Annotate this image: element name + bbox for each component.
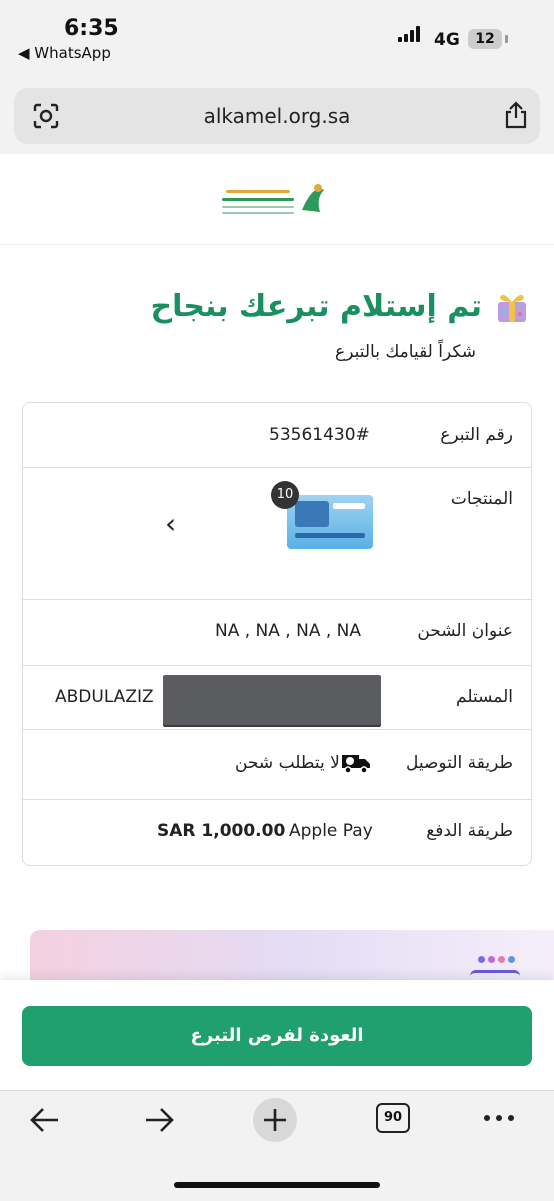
gift-icon bbox=[492, 286, 532, 326]
donation-number-value: 53561430# bbox=[269, 425, 370, 445]
payment-amount: SAR 1,000.00 bbox=[157, 821, 286, 841]
status-bar: 6:35 ◀ WhatsApp 4G 12 bbox=[0, 0, 554, 86]
network-type: 4G bbox=[434, 30, 460, 50]
products-label: المنتجات bbox=[450, 489, 513, 509]
chevron-left-icon[interactable]: ‹ bbox=[165, 507, 176, 540]
product-image-graphic bbox=[295, 501, 329, 527]
logo-text-line bbox=[226, 190, 290, 193]
bottom-action-bar: العودة لفرص التبرع bbox=[0, 980, 554, 1090]
back-to-donations-button[interactable]: العودة لفرص التبرع bbox=[22, 1006, 532, 1066]
delivery-method-row: طريقة التوصيل لا يتطلب شحن bbox=[23, 729, 531, 800]
site-header bbox=[0, 154, 554, 245]
clock: 6:35 bbox=[64, 16, 119, 41]
back-arrow-icon[interactable] bbox=[28, 1103, 62, 1137]
product-quantity-badge: 10 bbox=[271, 481, 299, 509]
share-icon[interactable] bbox=[502, 100, 530, 130]
site-logo[interactable] bbox=[218, 178, 328, 224]
logo-text-line bbox=[222, 198, 294, 201]
delivery-method-label: طريقة التوصيل bbox=[405, 753, 513, 773]
product-image-text bbox=[333, 503, 365, 509]
new-tab-icon[interactable] bbox=[252, 1097, 298, 1143]
payment-method-row: طريقة الدفع SAR 1,000.00 Apple Pay bbox=[23, 799, 531, 865]
forward-arrow-icon[interactable] bbox=[142, 1103, 176, 1137]
address-bar[interactable]: alkamel.org.sa bbox=[14, 88, 540, 144]
delivery-truck-icon bbox=[342, 755, 370, 774]
battery-tip bbox=[505, 35, 508, 43]
logo-text-line bbox=[222, 206, 294, 208]
shipping-address-label: عنوان الشحن bbox=[417, 621, 513, 641]
page-subtitle: شكراً لقيامك بالتبرع bbox=[335, 342, 476, 362]
logo-text-line bbox=[222, 212, 294, 214]
donation-details-card: رقم التبرع 53561430# المنتجات 10 ‹ عنوان… bbox=[22, 402, 532, 866]
product-image[interactable] bbox=[287, 495, 373, 549]
battery-icon: 12 bbox=[468, 29, 502, 49]
payment-method-label: طريقة الدفع bbox=[426, 821, 513, 841]
recipient-name: ABDULAZIZ bbox=[55, 687, 154, 707]
success-heading: تم إستلام تبرعك بنجاح bbox=[150, 286, 532, 326]
logo-mark-icon bbox=[302, 184, 324, 212]
donation-number-row: رقم التبرع 53561430# bbox=[23, 403, 531, 468]
redaction-block bbox=[163, 675, 381, 725]
delivery-method-value: لا يتطلب شحن bbox=[235, 753, 340, 773]
url-text[interactable]: alkamel.org.sa bbox=[14, 104, 540, 128]
browser-url-area: alkamel.org.sa bbox=[0, 86, 554, 154]
recipient-row: المستلم ABDULAZIZ bbox=[23, 665, 531, 730]
product-image-text bbox=[295, 533, 365, 538]
donation-number-label: رقم التبرع bbox=[440, 425, 513, 445]
more-icon[interactable] bbox=[482, 1113, 516, 1123]
payment-method-value: Apple Pay bbox=[289, 821, 373, 841]
page-title: تم إستلام تبرعك بنجاح bbox=[150, 288, 482, 324]
shipping-address-value: NA , NA , NA , NA bbox=[215, 621, 362, 641]
tabs-button[interactable]: 90 bbox=[376, 1103, 410, 1133]
shipping-address-row: عنوان الشحن NA , NA , NA , NA bbox=[23, 599, 531, 666]
back-to-app-link[interactable]: ◀ WhatsApp bbox=[18, 44, 111, 62]
home-indicator bbox=[174, 1182, 380, 1188]
recipient-label: المستلم bbox=[456, 687, 513, 707]
signal-icon bbox=[398, 26, 420, 42]
